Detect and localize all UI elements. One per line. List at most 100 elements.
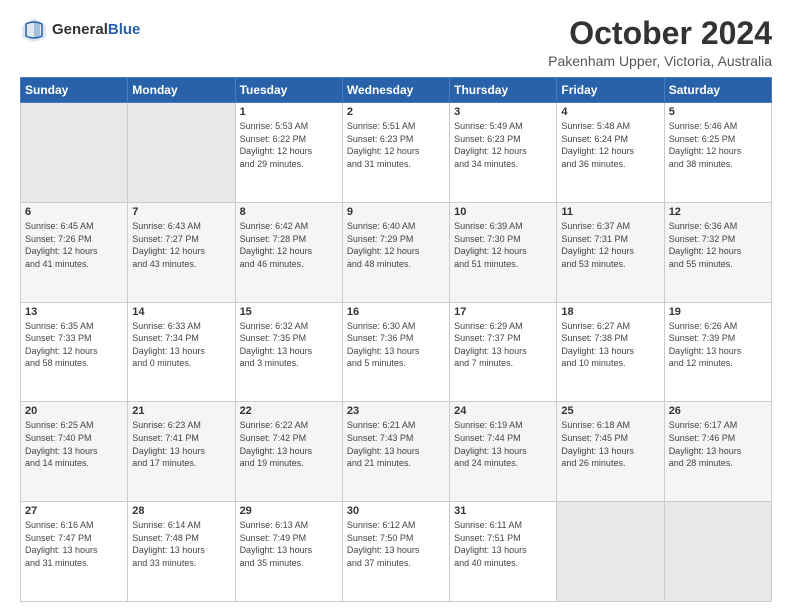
day-content: Sunrise: 5:49 AM Sunset: 6:23 PM Dayligh… <box>454 120 552 170</box>
day-number: 22 <box>240 405 338 417</box>
day-content: Sunrise: 6:40 AM Sunset: 7:29 PM Dayligh… <box>347 220 445 270</box>
day-number: 17 <box>454 306 552 318</box>
day-number: 10 <box>454 206 552 218</box>
calendar-cell: 27 Sunrise: 6:16 AM Sunset: 7:47 PM Dayli… <box>21 502 128 602</box>
day-content: Sunrise: 6:19 AM Sunset: 7:44 PM Dayligh… <box>454 419 552 469</box>
day-number: 30 <box>347 505 445 517</box>
calendar-cell: 10 Sunrise: 6:39 AM Sunset: 7:30 PM Dayli… <box>450 202 557 302</box>
calendar-cell: 18Sunrise: 6:27 AM Sunset: 7:38 PM Dayli… <box>557 302 664 402</box>
day-content: Sunrise: 6:32 AM Sunset: 7:35 PM Dayligh… <box>240 320 338 370</box>
header: General Blue October 2024 Pakenham Upper… <box>20 16 772 69</box>
main-title: October 2024 <box>548 16 772 51</box>
day-content: Sunrise: 6:12 AM Sunset: 7:50 PM Dayligh… <box>347 519 445 569</box>
day-content: Sunrise: 6:43 AM Sunset: 7:27 PM Dayligh… <box>132 220 230 270</box>
day-number: 29 <box>240 505 338 517</box>
calendar-cell: 3 Sunrise: 5:49 AM Sunset: 6:23 PM Daylig… <box>450 103 557 203</box>
day-content: Sunrise: 6:30 AM Sunset: 7:36 PM Dayligh… <box>347 320 445 370</box>
day-content: Sunrise: 5:46 AM Sunset: 6:25 PM Dayligh… <box>669 120 767 170</box>
day-content: Sunrise: 5:48 AM Sunset: 6:24 PM Dayligh… <box>561 120 659 170</box>
calendar-cell: 23Sunrise: 6:21 AM Sunset: 7:43 PM Dayli… <box>342 402 449 502</box>
day-number: 27 <box>25 505 123 517</box>
day-number: 28 <box>132 505 230 517</box>
calendar-cell: 31Sunrise: 6:11 AM Sunset: 7:51 PM Dayli… <box>450 502 557 602</box>
day-number: 3 <box>454 106 552 118</box>
calendar-cell <box>21 103 128 203</box>
calendar-header-saturday: Saturday <box>664 78 771 103</box>
calendar-cell: 21Sunrise: 6:23 AM Sunset: 7:41 PM Dayli… <box>128 402 235 502</box>
day-content: Sunrise: 6:29 AM Sunset: 7:37 PM Dayligh… <box>454 320 552 370</box>
calendar-cell: 13Sunrise: 6:35 AM Sunset: 7:33 PM Dayli… <box>21 302 128 402</box>
calendar-header-friday: Friday <box>557 78 664 103</box>
calendar-week-1: 1 Sunrise: 5:53 AM Sunset: 6:22 PM Daylig… <box>21 103 772 203</box>
day-content: Sunrise: 5:53 AM Sunset: 6:22 PM Dayligh… <box>240 120 338 170</box>
day-content: Sunrise: 6:39 AM Sunset: 7:30 PM Dayligh… <box>454 220 552 270</box>
calendar-cell: 22 Sunrise: 6:22 AM Sunset: 7:42 PM Dayli… <box>235 402 342 502</box>
day-content: Sunrise: 6:45 AM Sunset: 7:26 PM Dayligh… <box>25 220 123 270</box>
day-content: Sunrise: 6:16 AM Sunset: 7:47 PM Dayligh… <box>25 519 123 569</box>
calendar-week-5: 27 Sunrise: 6:16 AM Sunset: 7:47 PM Dayli… <box>21 502 772 602</box>
calendar-table: SundayMondayTuesdayWednesdayThursdayFrid… <box>20 77 772 602</box>
calendar-cell: 9 Sunrise: 6:40 AM Sunset: 7:29 PM Daylig… <box>342 202 449 302</box>
day-number: 6 <box>25 206 123 218</box>
calendar-cell: 25Sunrise: 6:18 AM Sunset: 7:45 PM Dayli… <box>557 402 664 502</box>
calendar-cell: 20Sunrise: 6:25 AM Sunset: 7:40 PM Dayli… <box>21 402 128 502</box>
day-number: 4 <box>561 106 659 118</box>
day-content: Sunrise: 6:14 AM Sunset: 7:48 PM Dayligh… <box>132 519 230 569</box>
day-number: 9 <box>347 206 445 218</box>
day-content: Sunrise: 6:22 AM Sunset: 7:42 PM Dayligh… <box>240 419 338 469</box>
day-content: Sunrise: 6:13 AM Sunset: 7:49 PM Dayligh… <box>240 519 338 569</box>
day-content: Sunrise: 6:42 AM Sunset: 7:28 PM Dayligh… <box>240 220 338 270</box>
calendar-cell: 5 Sunrise: 5:46 AM Sunset: 6:25 PM Daylig… <box>664 103 771 203</box>
calendar-cell <box>557 502 664 602</box>
calendar-header-sunday: Sunday <box>21 78 128 103</box>
day-content: Sunrise: 6:17 AM Sunset: 7:46 PM Dayligh… <box>669 419 767 469</box>
calendar-cell: 11 Sunrise: 6:37 AM Sunset: 7:31 PM Dayli… <box>557 202 664 302</box>
page: General Blue October 2024 Pakenham Upper… <box>0 0 792 612</box>
day-number: 15 <box>240 306 338 318</box>
logo-blue: Blue <box>108 22 141 39</box>
day-number: 16 <box>347 306 445 318</box>
day-content: Sunrise: 6:18 AM Sunset: 7:45 PM Dayligh… <box>561 419 659 469</box>
day-number: 11 <box>561 206 659 218</box>
title-block: October 2024 Pakenham Upper, Victoria, A… <box>548 16 772 69</box>
day-content: Sunrise: 6:33 AM Sunset: 7:34 PM Dayligh… <box>132 320 230 370</box>
day-number: 26 <box>669 405 767 417</box>
calendar-cell: 24Sunrise: 6:19 AM Sunset: 7:44 PM Dayli… <box>450 402 557 502</box>
calendar-week-4: 20Sunrise: 6:25 AM Sunset: 7:40 PM Dayli… <box>21 402 772 502</box>
day-number: 2 <box>347 106 445 118</box>
logo-text: General Blue <box>52 22 140 39</box>
day-content: Sunrise: 6:36 AM Sunset: 7:32 PM Dayligh… <box>669 220 767 270</box>
day-content: Sunrise: 6:26 AM Sunset: 7:39 PM Dayligh… <box>669 320 767 370</box>
day-number: 12 <box>669 206 767 218</box>
day-content: Sunrise: 6:23 AM Sunset: 7:41 PM Dayligh… <box>132 419 230 469</box>
day-number: 19 <box>669 306 767 318</box>
calendar-cell: 26 Sunrise: 6:17 AM Sunset: 7:46 PM Dayli… <box>664 402 771 502</box>
day-number: 31 <box>454 505 552 517</box>
day-content: Sunrise: 6:25 AM Sunset: 7:40 PM Dayligh… <box>25 419 123 469</box>
day-number: 8 <box>240 206 338 218</box>
calendar-cell: 15 Sunrise: 6:32 AM Sunset: 7:35 PM Dayli… <box>235 302 342 402</box>
day-content: Sunrise: 6:27 AM Sunset: 7:38 PM Dayligh… <box>561 320 659 370</box>
calendar-cell: 28 Sunrise: 6:14 AM Sunset: 7:48 PM Dayli… <box>128 502 235 602</box>
day-number: 5 <box>669 106 767 118</box>
subtitle: Pakenham Upper, Victoria, Australia <box>548 53 772 69</box>
calendar-cell: 16 Sunrise: 6:30 AM Sunset: 7:36 PM Dayli… <box>342 302 449 402</box>
calendar-cell: 6 Sunrise: 6:45 AM Sunset: 7:26 PM Daylig… <box>21 202 128 302</box>
logo-icon <box>20 16 48 44</box>
calendar-cell: 19 Sunrise: 6:26 AM Sunset: 7:39 PM Dayli… <box>664 302 771 402</box>
calendar-header-wednesday: Wednesday <box>342 78 449 103</box>
logo-general: General <box>52 22 108 39</box>
calendar-cell: 8 Sunrise: 6:42 AM Sunset: 7:28 PM Daylig… <box>235 202 342 302</box>
day-content: Sunrise: 6:21 AM Sunset: 7:43 PM Dayligh… <box>347 419 445 469</box>
day-number: 1 <box>240 106 338 118</box>
calendar-header-row: SundayMondayTuesdayWednesdayThursdayFrid… <box>21 78 772 103</box>
day-content: Sunrise: 6:37 AM Sunset: 7:31 PM Dayligh… <box>561 220 659 270</box>
calendar-cell: 17 Sunrise: 6:29 AM Sunset: 7:37 PM Dayli… <box>450 302 557 402</box>
day-number: 13 <box>25 306 123 318</box>
calendar-week-3: 13Sunrise: 6:35 AM Sunset: 7:33 PM Dayli… <box>21 302 772 402</box>
calendar-header-tuesday: Tuesday <box>235 78 342 103</box>
calendar-week-2: 6 Sunrise: 6:45 AM Sunset: 7:26 PM Daylig… <box>21 202 772 302</box>
day-number: 7 <box>132 206 230 218</box>
calendar-cell: 12 Sunrise: 6:36 AM Sunset: 7:32 PM Dayli… <box>664 202 771 302</box>
calendar-cell: 30 Sunrise: 6:12 AM Sunset: 7:50 PM Dayli… <box>342 502 449 602</box>
